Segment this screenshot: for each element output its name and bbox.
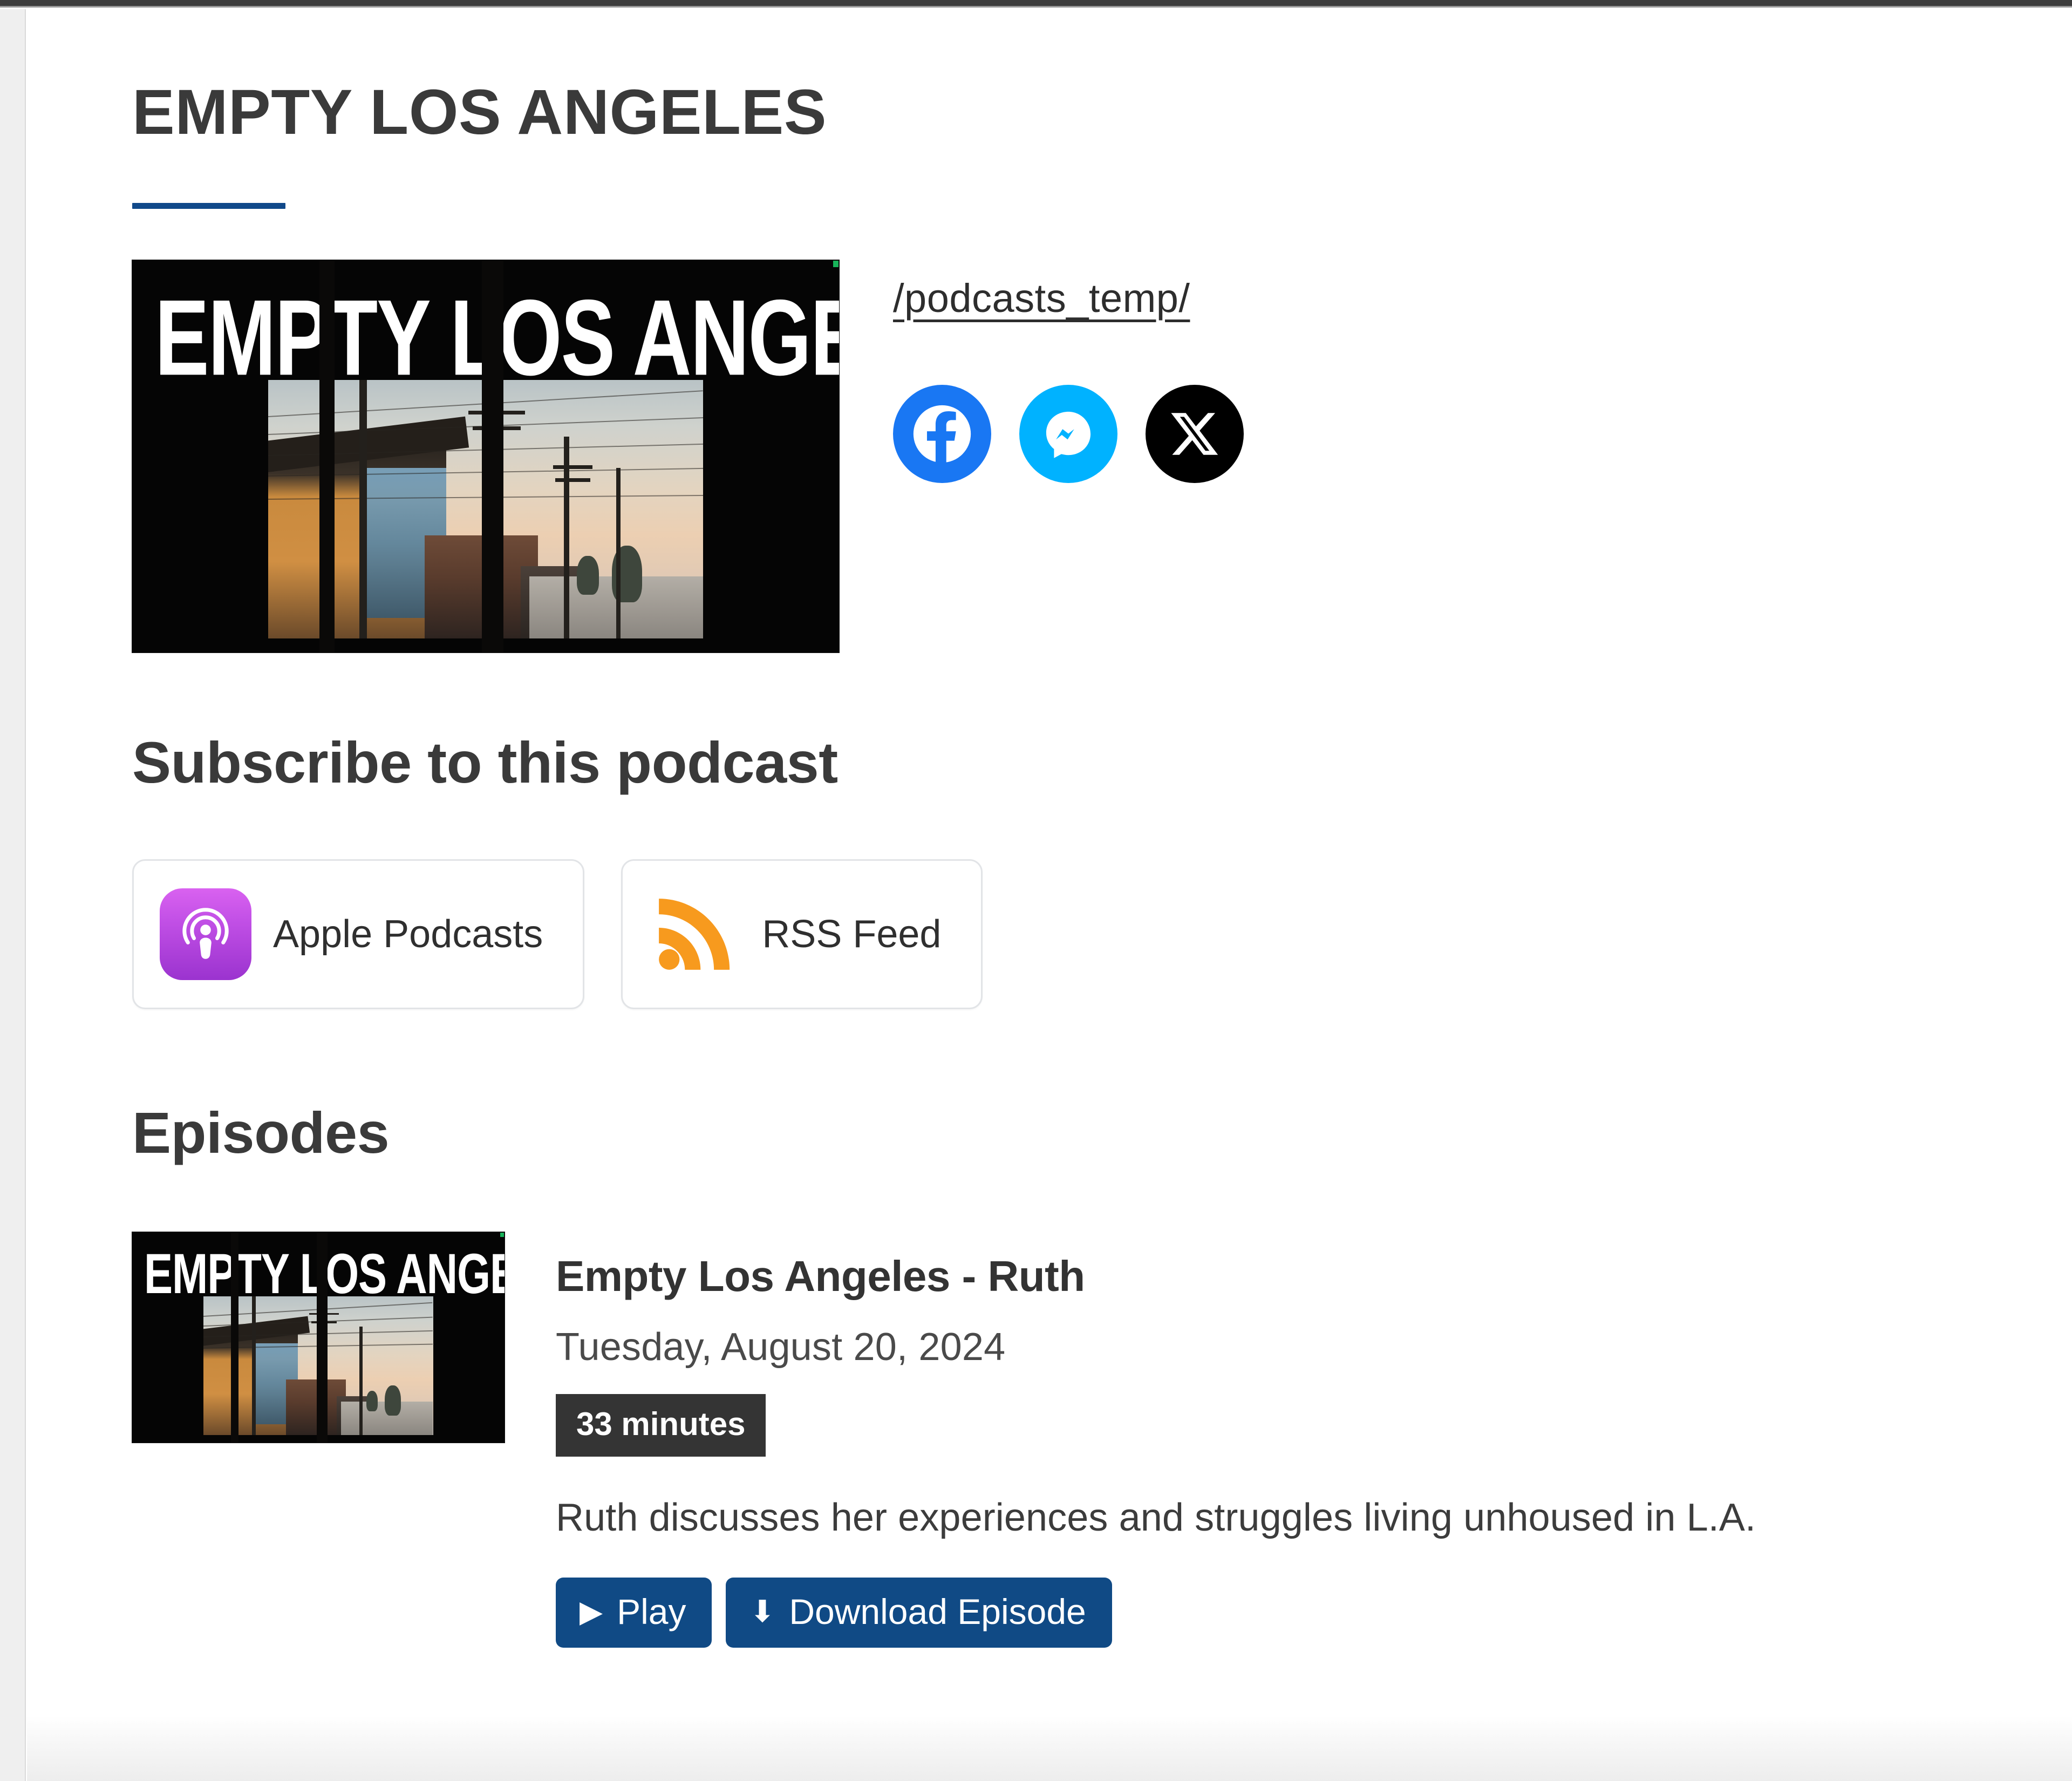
cover-foreground-pole-2 — [482, 260, 503, 652]
photo-utility-pole-4 — [616, 467, 621, 639]
apple-podcasts-icon — [160, 888, 251, 980]
messenger-icon — [1038, 404, 1099, 464]
thumb-utility-pole-3 — [359, 1327, 363, 1436]
subscribe-options: Apple Podcasts RSS Feed — [132, 859, 2021, 1009]
episode-thumbnail[interactable]: EMPTY LOS ANGELES — [132, 1232, 505, 1443]
download-episode-button[interactable]: ⬇ Download Episode — [726, 1577, 1112, 1648]
subscribe-heading: Subscribe to this podcast — [132, 729, 838, 795]
episode-date: Tuesday, August 20, 2024 — [556, 1325, 1006, 1369]
episode-details: Empty Los Angeles - Ruth Tuesday, August… — [556, 1232, 2021, 1648]
episode-duration-badge: 33 minutes — [556, 1393, 766, 1457]
thumb-foreground-pole-1 — [230, 1232, 239, 1443]
share-x-button[interactable] — [1146, 384, 1244, 483]
page-surface: EMPTY LOS ANGELES EMPTY LOS ANGELES — [27, 9, 2072, 1781]
podcast-meta: /podcasts_temp/ — [893, 260, 1244, 483]
subscribe-rss-feed-label: RSS Feed — [762, 912, 942, 956]
play-button[interactable]: ▶ Play — [556, 1577, 712, 1648]
page-left-gutter — [0, 9, 26, 1781]
episode-title[interactable]: Empty Los Angeles - Ruth — [556, 1253, 2021, 1299]
title-accent-rule — [132, 202, 285, 209]
share-facebook-button[interactable] — [893, 384, 991, 483]
cover-foreground-pole-1 — [319, 260, 335, 652]
cover-corner-marker — [833, 260, 839, 267]
subscribe-rss-feed-button[interactable]: RSS Feed — [621, 859, 983, 1009]
thumb-foreground-pole-2 — [316, 1232, 328, 1443]
share-messenger-button[interactable] — [1019, 384, 1117, 483]
thumb-tree-2 — [366, 1390, 378, 1412]
browser-top-bar — [0, 0, 2072, 8]
play-button-label: Play — [617, 1591, 686, 1632]
episode-actions: ▶ Play ⬇ Download Episode — [556, 1577, 2021, 1648]
thumb-tree-1 — [385, 1385, 401, 1416]
facebook-icon — [911, 403, 973, 465]
download-button-label: Download Episode — [789, 1591, 1086, 1632]
podcast-hero: EMPTY LOS ANGELES — [132, 260, 2021, 652]
photo-tree-2 — [577, 555, 599, 595]
rss-icon — [649, 888, 740, 980]
download-icon: ⬇ — [749, 1594, 775, 1628]
thumb-corner-marker — [500, 1232, 504, 1237]
play-icon: ▶ — [580, 1594, 603, 1628]
page-viewport: EMPTY LOS ANGELES EMPTY LOS ANGELES — [0, 0, 2072, 1781]
photo-crossarm-4 — [555, 478, 590, 482]
episode-description: Ruth discusses her experiences and strug… — [556, 1496, 1756, 1539]
podcast-feed-link[interactable]: /podcasts_temp/ — [893, 275, 1190, 321]
page-title: EMPTY LOS ANGELES — [132, 77, 827, 148]
subscribe-apple-podcasts-label: Apple Podcasts — [273, 912, 543, 956]
photo-utility-pole-1 — [359, 379, 367, 639]
photo-crossarm-3 — [553, 465, 592, 469]
episode-list-item: EMPTY LOS ANGELES — [132, 1232, 2021, 1648]
x-icon — [1169, 408, 1221, 460]
subscribe-apple-podcasts-button[interactable]: Apple Podcasts — [132, 859, 585, 1009]
episodes-heading: Episodes — [132, 1099, 390, 1165]
social-share-row — [893, 384, 1244, 483]
content-column: EMPTY LOS ANGELES EMPTY LOS ANGELES — [132, 9, 2021, 1648]
podcast-cover-art: EMPTY LOS ANGELES — [132, 260, 839, 652]
page-footer-band — [27, 1716, 2072, 1781]
thumb-utility-pole-1 — [251, 1296, 256, 1436]
photo-utility-pole-3 — [564, 437, 569, 639]
